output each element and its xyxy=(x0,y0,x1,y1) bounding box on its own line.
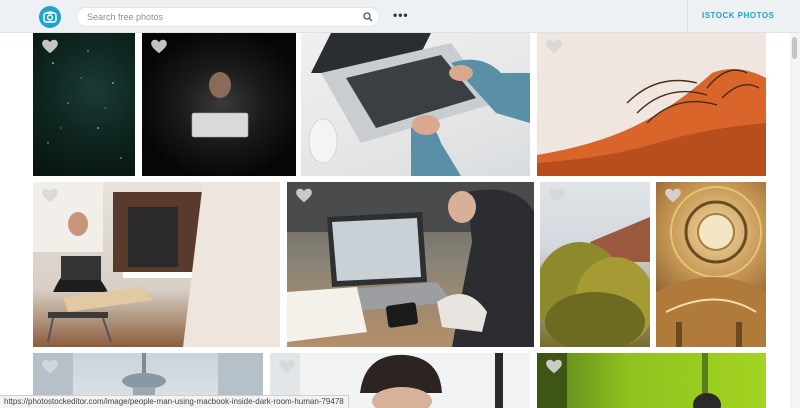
laptop-hands-scene xyxy=(308,33,530,176)
site-logo[interactable] xyxy=(39,6,61,28)
photo-tree-rooftop[interactable] xyxy=(540,182,650,347)
heart-icon[interactable] xyxy=(295,188,313,203)
man-with-laptop-figure xyxy=(191,72,249,138)
search-input[interactable] xyxy=(87,10,347,24)
tree-scene xyxy=(540,217,650,347)
scrollbar-thumb[interactable] xyxy=(792,37,797,59)
photo-leather-shoes[interactable] xyxy=(537,33,766,176)
heart-icon[interactable] xyxy=(545,39,563,54)
stars-pattern xyxy=(47,50,122,159)
photo-man-office-chair[interactable] xyxy=(33,182,280,347)
header-divider xyxy=(687,0,688,33)
photo-laptop-typing[interactable] xyxy=(301,33,530,176)
browser-status-bar: https://photostockeditor.com/image/peopl… xyxy=(0,395,349,408)
photo-green-screen[interactable] xyxy=(537,353,766,408)
heart-icon[interactable] xyxy=(548,188,566,203)
green-screen-shape xyxy=(537,353,721,408)
dome-pattern xyxy=(656,186,766,347)
photo-laptop-desk-notebook[interactable] xyxy=(287,182,534,347)
vertical-scrollbar[interactable] xyxy=(790,33,800,408)
top-navbar: ••• ISTOCK PHOTOS xyxy=(0,0,800,33)
camera-icon xyxy=(43,11,57,23)
photo-starry-sky[interactable] xyxy=(33,33,135,176)
heart-icon[interactable] xyxy=(278,359,296,374)
shoes-shape xyxy=(537,69,766,176)
office-scene xyxy=(33,182,280,347)
heart-icon[interactable] xyxy=(41,359,59,374)
photo-ornate-dome[interactable] xyxy=(656,182,766,347)
heart-icon[interactable] xyxy=(545,359,563,374)
desk-scene xyxy=(287,182,534,347)
heart-icon[interactable] xyxy=(41,39,59,54)
photo-grid xyxy=(0,33,790,408)
heart-icon[interactable] xyxy=(664,188,682,203)
heart-icon[interactable] xyxy=(41,188,59,203)
heart-icon[interactable] xyxy=(150,39,168,54)
search-box[interactable] xyxy=(76,7,380,27)
photo-man-dark-room[interactable] xyxy=(142,33,296,176)
more-menu-button[interactable]: ••• xyxy=(393,9,409,21)
istock-photos-link[interactable]: ISTOCK PHOTOS xyxy=(702,11,774,20)
search-icon[interactable] xyxy=(363,12,373,22)
